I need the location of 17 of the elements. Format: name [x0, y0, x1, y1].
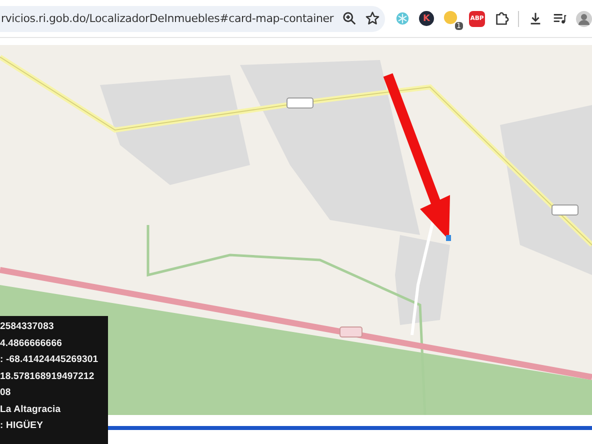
- info-line: 08: [0, 386, 11, 400]
- info-line: 4.4866666666: [0, 336, 62, 350]
- info-line: : -68.41424445269301: [0, 353, 98, 367]
- info-line: La Altagracia: [0, 402, 61, 416]
- star-icon[interactable]: [364, 11, 380, 26]
- avatar-icon[interactable]: [576, 10, 592, 26]
- extension-button[interactable]: K: [419, 11, 434, 26]
- puzzle-icon[interactable]: [494, 11, 509, 26]
- info-line: 2584337083: [0, 320, 54, 334]
- info-line: : HIGÜEY: [0, 418, 44, 433]
- location-marker: [446, 235, 451, 241]
- info-line: 18.578168919497212: [0, 370, 94, 384]
- media-list-icon[interactable]: [552, 11, 567, 26]
- url-text[interactable]: rvicios.ri.gob.do/LocalizadorDeInmuebles#card-map-container: [1, 12, 334, 25]
- zoom-icon[interactable]: [342, 11, 357, 26]
- download-icon[interactable]: [528, 11, 543, 26]
- address-field[interactable]: rvicios.ri.gob.do/LocalizadorDeInmuebles#card-map-container: [0, 6, 385, 32]
